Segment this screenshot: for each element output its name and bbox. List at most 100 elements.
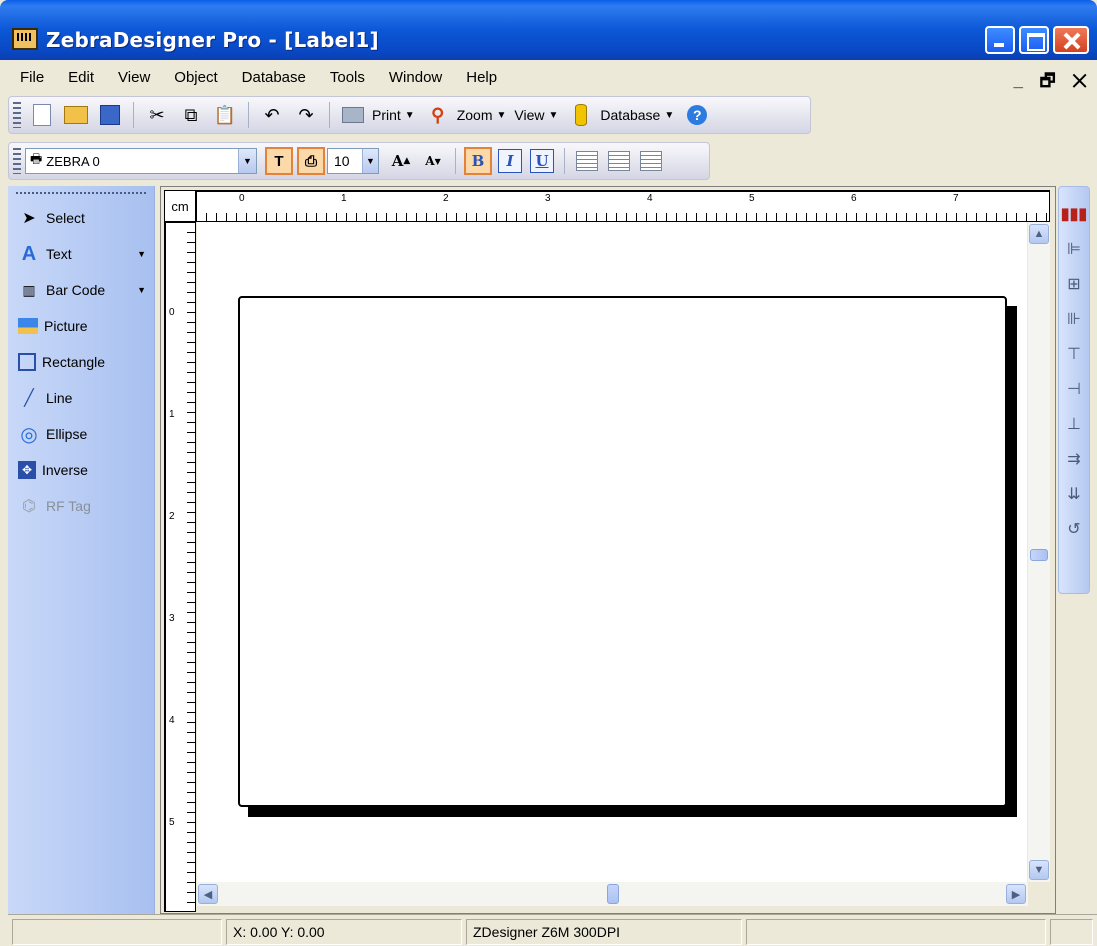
zoom-dropdown-icon[interactable]: ▼	[497, 110, 507, 121]
menu-tools[interactable]: Tools	[318, 60, 377, 96]
scroll-left-icon[interactable]: ◀	[198, 884, 218, 904]
redo-icon[interactable]: ↷	[293, 102, 319, 128]
align-vertical-centers-icon[interactable]: ⊣	[1063, 378, 1085, 400]
undo-icon[interactable]: ↶	[259, 102, 285, 128]
menu-help[interactable]: Help	[454, 60, 509, 96]
ruler-mark: 4	[647, 193, 653, 204]
paste-icon[interactable]: 📋	[212, 102, 238, 128]
tool-rf-tag: ⌬ RF Tag	[8, 488, 154, 524]
align-right-edges-icon[interactable]: ⊪	[1063, 308, 1085, 330]
status-bar: X: 0.00 Y: 0.00 ZDesigner Z6M 300DPI	[8, 914, 1097, 946]
scroll-down-icon[interactable]: ▼	[1029, 860, 1049, 880]
mdi-window-controls[interactable]: _ 🗗 ✕	[1013, 68, 1093, 97]
toolbar-grip[interactable]	[13, 148, 21, 174]
align-center-icon[interactable]	[608, 151, 630, 171]
tool-line[interactable]: ╱ Line	[8, 380, 154, 416]
align-right-icon[interactable]	[640, 151, 662, 171]
view-dropdown-icon[interactable]: ▼	[549, 110, 559, 121]
align-bottom-edges-icon[interactable]: ⊥	[1063, 413, 1085, 435]
app-icon[interactable]	[12, 28, 38, 50]
object-toolbox: ➤ Select A Text ▼ ▥ Bar Code ▼ Picture R…	[8, 186, 155, 914]
help-icon[interactable]: ?	[684, 102, 710, 128]
printer-icon[interactable]	[340, 102, 366, 128]
minimize-button[interactable]	[985, 26, 1015, 54]
align-top-edges-icon[interactable]: ⊤	[1063, 343, 1085, 365]
font-size-select[interactable]: 10 ▼	[327, 148, 379, 174]
separator	[133, 102, 134, 128]
distribute-vertically-icon[interactable]: ⇊	[1063, 483, 1085, 505]
horizontal-scroll-thumb[interactable]	[607, 884, 619, 904]
save-icon[interactable]	[97, 102, 123, 128]
status-panel-empty	[12, 919, 222, 945]
zoom-icon[interactable]: ⚲	[425, 102, 451, 128]
color-bars-icon[interactable]: ▮▮▮	[1061, 203, 1087, 225]
italic-icon[interactable]: I	[498, 149, 522, 173]
tool-ellipse[interactable]: ◎ Ellipse	[8, 416, 154, 452]
menu-window[interactable]: Window	[377, 60, 454, 96]
picture-icon	[18, 318, 38, 334]
database-icon[interactable]	[568, 102, 594, 128]
align-left-icon[interactable]	[576, 151, 598, 171]
menu-edit[interactable]: Edit	[56, 60, 106, 96]
vertical-scroll-thumb[interactable]	[1030, 549, 1048, 561]
print-dropdown-icon[interactable]: ▼	[405, 110, 415, 121]
chevron-down-icon[interactable]: ▼	[137, 285, 146, 295]
chevron-down-icon[interactable]: ▼	[362, 149, 378, 173]
database-dropdown-icon[interactable]: ▼	[664, 110, 674, 121]
truetype-font-toggle[interactable]: T	[265, 147, 293, 175]
ruler-mark: 5	[749, 193, 755, 204]
menu-database[interactable]: Database	[230, 60, 318, 96]
printer-select[interactable]: 🖶 ZEBRA 0 ▼	[25, 148, 257, 174]
scroll-right-icon[interactable]: ▶	[1006, 884, 1026, 904]
label-canvas[interactable]	[238, 296, 1007, 807]
open-icon[interactable]	[63, 102, 89, 128]
toolbar-grip[interactable]	[13, 102, 21, 128]
align-left-edges-icon[interactable]: ⊫	[1063, 238, 1085, 260]
standard-toolbar: ✂ ⧉ 📋 ↶ ↷ Print ▼ ⚲ Zoom ▼ View ▼ Databa…	[8, 96, 811, 134]
new-icon[interactable]	[29, 102, 55, 128]
chevron-down-icon[interactable]: ▼	[238, 149, 256, 173]
distribute-horizontally-icon[interactable]: ⇉	[1063, 448, 1085, 470]
printer-name: ZEBRA 0	[46, 153, 100, 169]
shrink-font-icon[interactable]: A ▼	[421, 149, 445, 173]
ruler-unit[interactable]: cm	[164, 190, 196, 222]
tool-label: Text	[46, 246, 72, 262]
tool-label: Picture	[44, 318, 88, 334]
title-bar: ZebraDesigner Pro - [Label1]	[0, 0, 1097, 60]
tool-picture[interactable]: Picture	[8, 308, 154, 344]
menu-view[interactable]: View	[106, 60, 162, 96]
vertical-ruler: 0 1 2 3 4 5	[164, 222, 196, 912]
ruler-mark: 3	[169, 613, 175, 624]
ruler-mark: 6	[851, 193, 857, 204]
ruler-mark: 2	[169, 511, 175, 522]
menu-file[interactable]: File	[8, 60, 56, 96]
ruler-mark: 7	[953, 193, 959, 204]
underline-icon[interactable]: U	[530, 149, 554, 173]
cut-icon[interactable]: ✂	[144, 102, 170, 128]
tool-text[interactable]: A Text ▼	[8, 236, 154, 272]
view-button[interactable]: View	[514, 107, 544, 123]
printer-font-toggle[interactable]: ⎙	[297, 147, 325, 175]
align-horizontal-centers-icon[interactable]: ⊞	[1063, 273, 1085, 295]
zoom-button[interactable]: Zoom	[457, 107, 493, 123]
rotate-icon[interactable]: ↺	[1063, 518, 1085, 540]
print-button[interactable]: Print	[372, 107, 401, 123]
menu-object[interactable]: Object	[162, 60, 229, 96]
scroll-up-icon[interactable]: ▲	[1029, 224, 1049, 244]
database-button[interactable]: Database	[600, 107, 660, 123]
status-coordinates: X: 0.00 Y: 0.00	[226, 919, 462, 945]
status-printer: ZDesigner Z6M 300DPI	[466, 919, 742, 945]
tool-rectangle[interactable]: Rectangle	[8, 344, 154, 380]
bold-icon[interactable]: B	[464, 147, 492, 175]
tool-barcode[interactable]: ▥ Bar Code ▼	[8, 272, 154, 308]
tool-select[interactable]: ➤ Select	[8, 200, 154, 236]
ruler-mark: 4	[169, 715, 175, 726]
chevron-down-icon[interactable]: ▼	[137, 249, 146, 259]
copy-icon[interactable]: ⧉	[178, 102, 204, 128]
close-button[interactable]	[1053, 26, 1089, 54]
maximize-button[interactable]	[1019, 26, 1049, 54]
tool-label: RF Tag	[46, 498, 91, 514]
grow-font-icon[interactable]: A ▲	[389, 149, 413, 173]
toolbox-grip[interactable]	[16, 192, 146, 194]
tool-inverse[interactable]: ✥ Inverse	[8, 452, 154, 488]
